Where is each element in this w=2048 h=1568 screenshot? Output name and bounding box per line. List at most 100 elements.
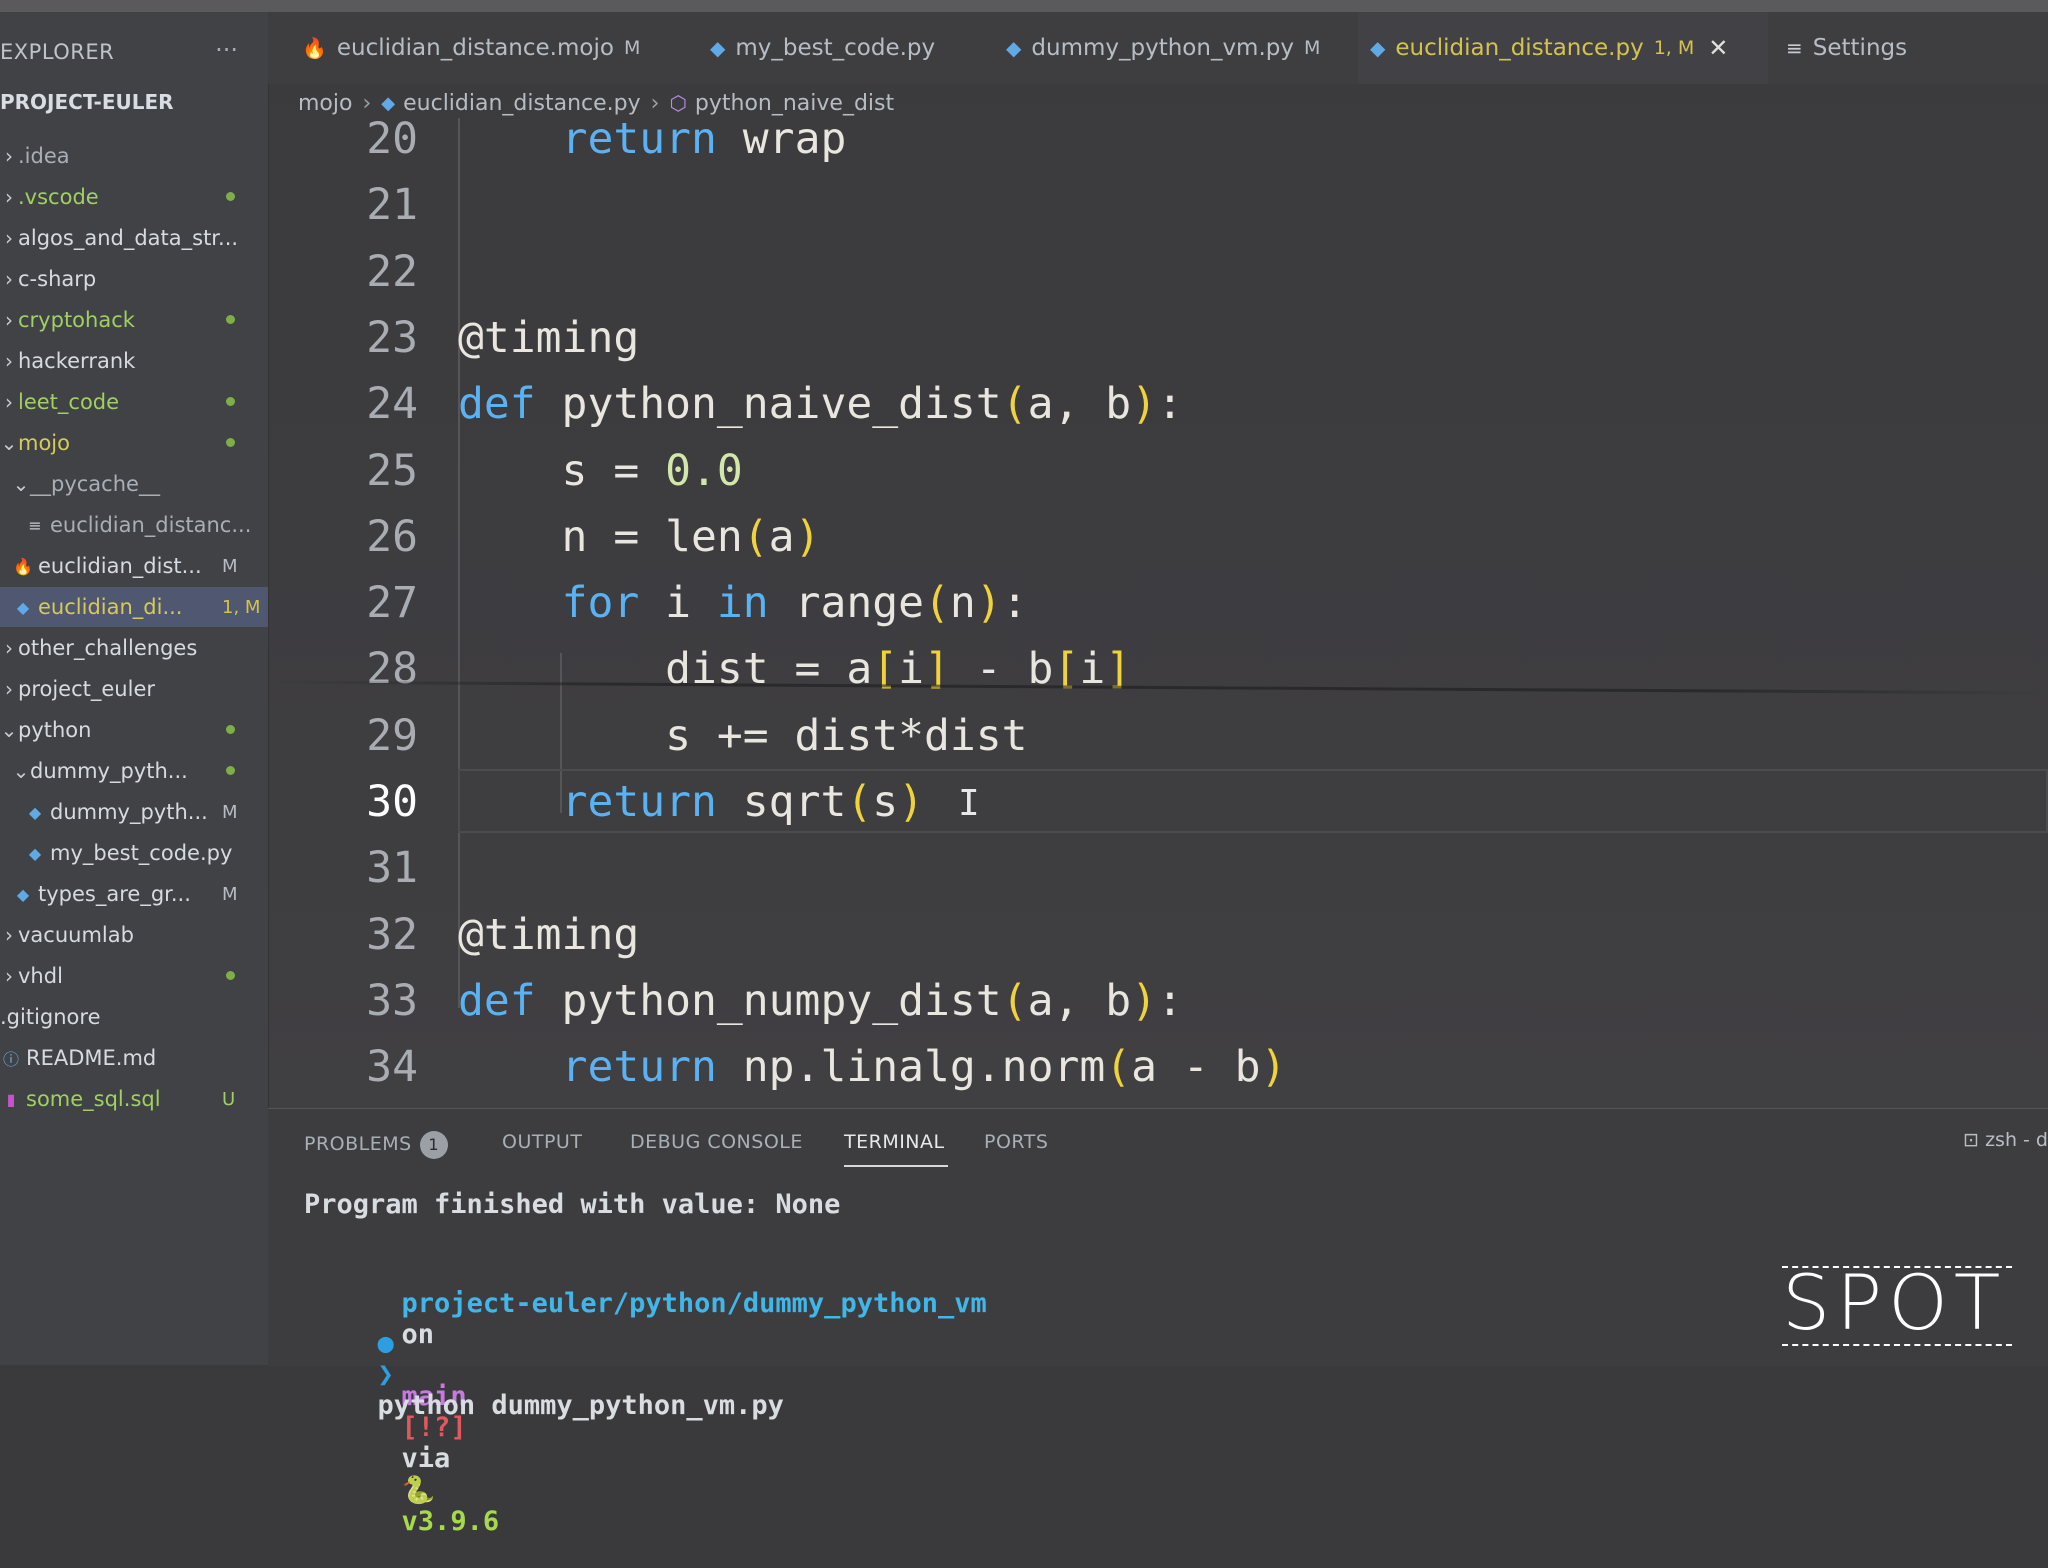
prompt-chevron-icon: ❯ bbox=[377, 1359, 394, 1390]
chevron-right-icon[interactable]: › bbox=[0, 636, 18, 660]
breadcrumb-symbol[interactable]: python_naive_dist bbox=[695, 91, 894, 116]
tree-item-label: euclidian_dist... bbox=[38, 554, 202, 578]
chevron-down-icon[interactable]: ⌄ bbox=[0, 718, 18, 742]
line-number: 24 bbox=[366, 379, 418, 430]
chevron-right-icon[interactable]: › bbox=[0, 923, 18, 947]
file-type-icon: ◆ bbox=[16, 597, 30, 617]
code-line[interactable]: 21 bbox=[268, 172, 2048, 238]
vscode-window: EXPLORER ··· PROJECT-EULER › .idea › .vscod… bbox=[0, 0, 2048, 1537]
file-type-icon: ◆ bbox=[710, 36, 726, 60]
tab-euclidian-distance-py[interactable]: ◆ euclidian_distance.py 1, M ✕ bbox=[1358, 12, 1768, 84]
tab-ports[interactable]: PORTS bbox=[984, 1131, 1048, 1153]
tree-item[interactable]: › other_challenges bbox=[0, 628, 268, 668]
chevron-right-icon[interactable]: › bbox=[0, 185, 18, 209]
code-line[interactable]: 33 def python_numpy_dist(a, b): bbox=[268, 968, 2048, 1034]
chevron-right-icon[interactable]: › bbox=[0, 308, 18, 332]
editor-tab-bar: 🔥 euclidian_distance.mojo M ◆ my_best_code.p… bbox=[268, 12, 2048, 84]
tree-item[interactable]: ◆ types_are_gr... M bbox=[0, 874, 268, 914]
project-root[interactable]: PROJECT-EULER bbox=[0, 90, 174, 114]
tree-item[interactable]: ≡ euclidian_distanc... bbox=[0, 505, 268, 545]
tab-terminal[interactable]: TERMINAL bbox=[844, 1131, 945, 1153]
file-type-icon: ◆ bbox=[28, 802, 42, 822]
code-line[interactable]: 34 return np.linalg.norm(a - b) bbox=[268, 1034, 2048, 1100]
line-number: 25 bbox=[366, 445, 418, 496]
tree-item[interactable]: › leet_code bbox=[0, 382, 268, 422]
breadcrumb-separator-icon: › bbox=[362, 90, 372, 116]
chevron-right-icon[interactable]: › bbox=[0, 349, 18, 373]
tree-item[interactable]: ⌄ python bbox=[0, 710, 268, 750]
line-number: 31 bbox=[366, 843, 418, 894]
tree-item[interactable]: ⌄ __pycache__ bbox=[0, 464, 268, 504]
code-line[interactable]: 23 @timing bbox=[268, 305, 2048, 371]
chevron-right-icon[interactable]: › bbox=[0, 144, 18, 168]
code-line[interactable]: 25 s = 0.0 bbox=[268, 438, 2048, 504]
chevron-right-icon[interactable]: › bbox=[0, 964, 18, 988]
tree-item[interactable]: ◆ euclidian_di... 1, M bbox=[0, 587, 268, 627]
tab-debug-console[interactable]: DEBUG CONSOLE bbox=[630, 1131, 803, 1153]
tree-item-label: types_are_gr... bbox=[38, 882, 191, 906]
terminal-shell-selector[interactable]: ⊡ zsh - d bbox=[1963, 1129, 2048, 1151]
tree-item[interactable]: › vacuumlab bbox=[0, 915, 268, 955]
line-number: 20 bbox=[366, 118, 418, 164]
code-line[interactable]: 27 for i in range(n): bbox=[268, 570, 2048, 636]
tree-item-label: .gitignore bbox=[0, 1005, 101, 1029]
more-actions-icon[interactable]: ··· bbox=[215, 36, 238, 64]
tab-dummy-python-vm-py[interactable]: ◆ dummy_python_vm.py M bbox=[994, 12, 1354, 84]
tree-item[interactable]: › .idea bbox=[0, 136, 268, 176]
code-line[interactable]: 22 bbox=[268, 239, 2048, 305]
prompt-status-dot-icon: ● bbox=[377, 1328, 394, 1359]
line-number: 33 bbox=[366, 975, 418, 1026]
code-editor[interactable]: 20 return wrap 21 22 23 @timing 24 def python_… bbox=[268, 118, 2048, 1108]
line-number: 21 bbox=[366, 180, 418, 231]
tab-euclidian-distance-mojo[interactable]: 🔥 euclidian_distance.mojo M bbox=[290, 12, 690, 84]
code-text: for i in range(n): bbox=[561, 578, 1028, 629]
tree-item[interactable]: › hackerrank bbox=[0, 341, 268, 381]
tree-item[interactable]: 🔥 euclidian_dist... M bbox=[0, 546, 268, 586]
chevron-right-icon[interactable]: › bbox=[0, 677, 18, 701]
tab-my-best-code-py[interactable]: ◆ my_best_code.py bbox=[698, 12, 988, 84]
close-icon[interactable]: ✕ bbox=[1708, 34, 1728, 62]
tree-item[interactable]: › cryptohack bbox=[0, 300, 268, 340]
tree-item[interactable]: ⌄ mojo bbox=[0, 423, 268, 463]
tab-settings[interactable]: ≡ Settings bbox=[1774, 12, 1954, 84]
chevron-right-icon[interactable]: › bbox=[0, 226, 18, 250]
git-status-badge: M bbox=[222, 801, 238, 823]
breadcrumb-folder[interactable]: mojo bbox=[298, 91, 352, 116]
tab-problems[interactable]: PROBLEMS 1 bbox=[304, 1131, 448, 1159]
tree-item-label: mojo bbox=[18, 431, 70, 455]
file-type-icon: ◆ bbox=[28, 843, 42, 863]
line-number: 34 bbox=[366, 1042, 418, 1093]
tree-item[interactable]: ⓘ README.md bbox=[0, 1038, 268, 1078]
tree-item[interactable]: .gitignore bbox=[0, 997, 268, 1037]
tree-item[interactable]: › .vscode bbox=[0, 177, 268, 217]
breadcrumb-separator-icon: › bbox=[650, 90, 660, 116]
tab-label: Settings bbox=[1812, 35, 1908, 61]
tree-item-label: python bbox=[18, 718, 92, 742]
code-line[interactable]: 30 return sqrt(s) I bbox=[268, 769, 2048, 835]
tree-item[interactable]: ◆ dummy_pyth... M bbox=[0, 792, 268, 832]
code-line[interactable]: 20 return wrap bbox=[268, 118, 2048, 172]
code-line[interactable]: 24 def python_naive_dist(a, b): bbox=[268, 371, 2048, 437]
chevron-right-icon[interactable]: › bbox=[0, 267, 18, 291]
tree-item[interactable]: › c-sharp bbox=[0, 259, 268, 299]
tree-item[interactable]: ⌄ dummy_pyth... bbox=[0, 751, 268, 791]
tab-output[interactable]: OUTPUT bbox=[502, 1131, 582, 1153]
chevron-down-icon[interactable]: ⌄ bbox=[12, 472, 30, 496]
tab-problems-label: PROBLEMS bbox=[304, 1133, 412, 1155]
chevron-right-icon[interactable]: › bbox=[0, 390, 18, 414]
code-line[interactable]: 31 bbox=[268, 835, 2048, 901]
tree-item-label: .idea bbox=[18, 144, 70, 168]
chevron-down-icon[interactable]: ⌄ bbox=[0, 431, 18, 455]
breadcrumb-file[interactable]: euclidian_distance.py bbox=[403, 91, 641, 116]
chevron-down-icon[interactable]: ⌄ bbox=[12, 759, 30, 783]
tree-item[interactable]: › vhdl bbox=[0, 956, 268, 996]
tree-item[interactable]: › algos_and_data_str... bbox=[0, 218, 268, 258]
tree-item[interactable]: ◆ my_best_code.py bbox=[0, 833, 268, 873]
tree-item[interactable]: › project_euler bbox=[0, 669, 268, 709]
code-line[interactable]: 26 n = len(a) bbox=[268, 504, 2048, 570]
code-line[interactable]: 29 s += dist*dist bbox=[268, 703, 2048, 769]
tree-item[interactable]: ▮ some_sql.sql U bbox=[0, 1079, 268, 1119]
terminal-command-line[interactable]: ● ❯ python dummy_python_vm.py bbox=[280, 1297, 784, 1452]
code-line[interactable]: 32 @timing bbox=[268, 902, 2048, 968]
terminal-command: python dummy_python_vm.py bbox=[377, 1390, 784, 1421]
